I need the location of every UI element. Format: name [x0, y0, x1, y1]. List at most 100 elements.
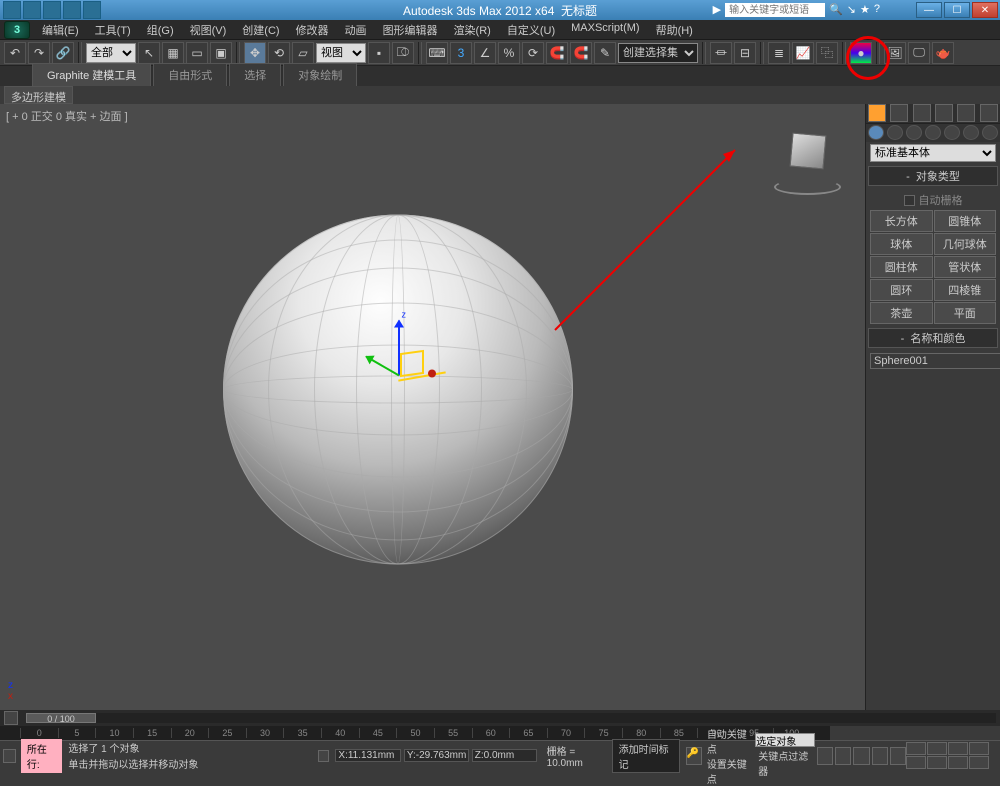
menu-graph-editor[interactable]: 图形编辑器 — [375, 20, 446, 40]
window-crossing-button[interactable]: ▣ — [210, 42, 232, 64]
field-of-view-button[interactable] — [906, 756, 926, 769]
percent-snap-button[interactable]: % — [498, 42, 520, 64]
menu-help[interactable]: 帮助(H) — [648, 20, 701, 40]
spacewarps-subtab-icon[interactable] — [963, 125, 979, 140]
rollout-name-color[interactable]: - 名称和颜色 — [868, 328, 998, 348]
prev-frame-button[interactable] — [835, 747, 851, 765]
timeline-config-icon[interactable] — [4, 711, 18, 725]
viewcube[interactable] — [780, 134, 835, 189]
select-name-button[interactable]: ▦ — [162, 42, 184, 64]
titlebar-icon[interactable] — [43, 1, 61, 19]
hierarchy-tab-icon[interactable] — [913, 104, 931, 122]
rollout-object-type[interactable]: - 对象类型 — [868, 166, 998, 186]
box-button[interactable]: 长方体 — [870, 210, 933, 232]
setkey-button[interactable]: 设置关键点 — [704, 756, 753, 786]
tube-button[interactable]: 管状体 — [934, 256, 997, 278]
curve-editor-button[interactable]: 📈 — [792, 42, 814, 64]
search-icon[interactable]: 🔍 — [829, 3, 843, 17]
schematic-button[interactable]: ⿻ — [816, 42, 838, 64]
titlebar-icon[interactable] — [83, 1, 101, 19]
star-icon[interactable]: ★ — [860, 3, 870, 17]
geosphere-button[interactable]: 几何球体 — [934, 233, 997, 255]
app-logo-icon[interactable]: 3 — [4, 21, 30, 39]
coord-z-input[interactable] — [484, 750, 534, 761]
play-button[interactable] — [853, 747, 869, 765]
lock-icon[interactable] — [318, 750, 329, 762]
autokey-button[interactable]: 自动关键点 — [704, 726, 753, 756]
time-thumb[interactable]: 0 / 100 — [26, 713, 96, 723]
display-tab-icon[interactable] — [957, 104, 975, 122]
cone-button[interactable]: 圆锥体 — [934, 210, 997, 232]
ribbon-tab-select[interactable]: 选择 — [229, 63, 281, 86]
systems-subtab-icon[interactable] — [982, 125, 998, 140]
create-tab-icon[interactable] — [868, 104, 886, 122]
help-icon[interactable]: ? — [874, 3, 880, 17]
help-search-input[interactable] — [725, 3, 825, 17]
orbit-button[interactable] — [948, 756, 968, 769]
material-editor-button[interactable]: ● — [850, 42, 872, 64]
ribbon-tab-freeform[interactable]: 自由形式 — [153, 63, 227, 86]
ref-coord-dropdown[interactable]: 视图 — [316, 43, 366, 63]
align-button[interactable]: ⊟ — [734, 42, 756, 64]
menu-group[interactable]: 组(G) — [139, 20, 182, 40]
menu-modifier[interactable]: 修改器 — [288, 20, 337, 40]
key-icon[interactable]: 🔑 — [686, 747, 702, 765]
minimize-button[interactable]: — — [916, 2, 942, 18]
render-frame-button[interactable]: 🖵 — [908, 42, 930, 64]
move-button[interactable]: ✥ — [244, 42, 266, 64]
titlebar-icon[interactable] — [63, 1, 81, 19]
plane-button[interactable]: 平面 — [934, 302, 997, 324]
autogrid-checkbox[interactable] — [904, 195, 915, 206]
titlebar-icon[interactable] — [3, 1, 21, 19]
zoom-all-button[interactable] — [927, 742, 947, 755]
motion-tab-icon[interactable] — [935, 104, 953, 122]
key-filters-button[interactable]: 关键点过滤器 — [755, 748, 815, 778]
zoom-extents-button[interactable] — [948, 742, 968, 755]
menu-create[interactable]: 创建(C) — [234, 20, 287, 40]
time-tag-dropdown[interactable]: 添加时间标记 — [612, 739, 680, 773]
cameras-subtab-icon[interactable] — [925, 125, 941, 140]
layer-button[interactable]: ≣ — [768, 42, 790, 64]
script-icon[interactable] — [3, 749, 16, 763]
pyramid-button[interactable]: 四棱锥 — [934, 279, 997, 301]
menu-render[interactable]: 渲染(R) — [446, 20, 499, 40]
undo-button[interactable]: ↶ — [4, 42, 26, 64]
edit-named-sel-button[interactable]: ✎ — [594, 42, 616, 64]
coord-y-input[interactable] — [416, 750, 466, 761]
select-button[interactable]: ↖ — [138, 42, 160, 64]
pivot-button[interactable]: ▪ — [368, 42, 390, 64]
helpers-subtab-icon[interactable] — [944, 125, 960, 140]
menu-customize[interactable]: 自定义(U) — [499, 20, 563, 40]
magnet-icon[interactable]: 🧲 — [546, 42, 568, 64]
titlebar-icon[interactable] — [23, 1, 41, 19]
rotate-button[interactable]: ⟲ — [268, 42, 290, 64]
maximize-button[interactable]: ☐ — [944, 2, 970, 18]
category-dropdown[interactable]: 标准基本体 — [870, 144, 996, 162]
zoom-button[interactable] — [906, 742, 926, 755]
time-slider[interactable]: 0 / 100 — [0, 710, 1000, 726]
arrow-icon[interactable]: ↘ — [847, 3, 856, 17]
menu-maxscript[interactable]: MAXScript(M) — [563, 20, 647, 40]
shapes-subtab-icon[interactable] — [887, 125, 903, 140]
render-setup-button[interactable]: 🖼 — [884, 42, 906, 64]
manip-button[interactable]: ⎄ — [392, 42, 414, 64]
link-button[interactable]: 🔗 — [52, 42, 74, 64]
keyboard-shortcut-button[interactable]: ⌨ — [426, 42, 448, 64]
geometry-subtab-icon[interactable] — [868, 125, 884, 140]
scale-button[interactable]: ▱ — [292, 42, 314, 64]
pan-button[interactable] — [927, 756, 947, 769]
coord-x-input[interactable] — [348, 750, 398, 761]
redo-button[interactable]: ↷ — [28, 42, 50, 64]
mirror-button[interactable]: ⏛ — [710, 42, 732, 64]
render-button[interactable]: 🫖 — [932, 42, 954, 64]
menu-animation[interactable]: 动画 — [337, 20, 375, 40]
torus-button[interactable]: 圆环 — [870, 279, 933, 301]
sphere-object[interactable]: z — [223, 215, 573, 565]
key-target-dropdown[interactable] — [755, 733, 815, 747]
goto-end-button[interactable] — [890, 747, 906, 765]
select-region-button[interactable]: ▭ — [186, 42, 208, 64]
ribbon-tab-paint[interactable]: 对象绘制 — [283, 63, 357, 86]
spinner-snap-button[interactable]: ⟳ — [522, 42, 544, 64]
selection-filter-dropdown[interactable]: 全部 — [86, 43, 136, 63]
goto-start-button[interactable] — [817, 747, 833, 765]
